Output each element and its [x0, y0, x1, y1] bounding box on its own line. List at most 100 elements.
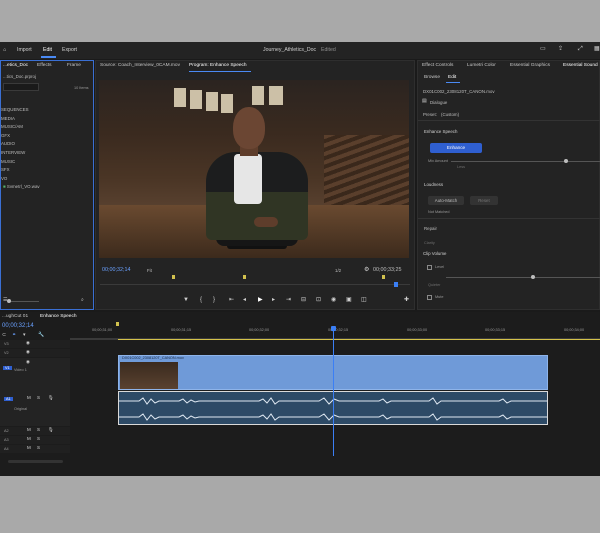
mute-track-icon[interactable]: M — [27, 436, 31, 442]
timeline-zoom-scrollbar[interactable] — [8, 460, 63, 463]
program-timecode[interactable]: 00;00;32;14 — [102, 267, 130, 273]
microphone-icon[interactable]: 🎙 — [48, 395, 54, 401]
track-label[interactable]: V2 — [4, 351, 9, 355]
play-icon[interactable]: ▶ — [258, 297, 263, 303]
preset-value[interactable]: (Custom) — [441, 112, 459, 117]
source-monitor-tab[interactable]: Source: Coach_Interview_0CAM.mov — [100, 63, 180, 68]
mix-amount-knob[interactable] — [564, 159, 568, 163]
list-item[interactable]: MEDIA — [1, 116, 93, 125]
search-icon[interactable]: ⌕ — [81, 298, 84, 303]
tab-essential-graphics[interactable]: Essential Graphics — [510, 63, 550, 68]
enhance-button[interactable]: Enhance — [430, 143, 482, 153]
tab-effects[interactable]: Effects — [37, 63, 52, 68]
solo-track-icon[interactable]: S — [37, 395, 40, 401]
essential-sound-panel: Effect Controls Lumetri Color Essential … — [417, 60, 600, 310]
mute-track-icon[interactable]: M — [27, 395, 31, 401]
tab-project[interactable]: ...etics_Doc — [3, 63, 28, 68]
extract-icon[interactable]: ⊡ — [316, 297, 321, 303]
microphone-icon[interactable]: 🎙 — [48, 427, 54, 433]
list-item[interactable]: INTERVIEW — [1, 150, 93, 159]
mark-out-icon[interactable]: } — [213, 297, 215, 303]
add-marker-icon[interactable]: ▾ — [23, 333, 26, 338]
grid-icon[interactable]: ▦ — [594, 46, 600, 52]
level-knob[interactable] — [531, 275, 535, 279]
tab-effect-controls[interactable]: Effect Controls — [422, 63, 453, 68]
share-icon[interactable]: ⇪ — [558, 46, 563, 52]
timeline-timecode[interactable]: 00;00;32;14 — [2, 323, 34, 329]
timeline-playhead[interactable] — [333, 328, 334, 456]
track-label[interactable]: A3 — [4, 438, 9, 442]
timeline-playhead-handle[interactable] — [331, 326, 336, 331]
program-ruler[interactable] — [100, 284, 410, 285]
solo-track-icon[interactable]: S — [37, 427, 40, 433]
marker[interactable] — [382, 275, 385, 279]
marker[interactable] — [243, 275, 246, 279]
edit-tab[interactable]: Edit — [43, 47, 52, 53]
sequence-tab-roughcut[interactable]: ...ughCut 01 — [2, 314, 28, 319]
fullscreen-icon[interactable]: ⤢ — [578, 46, 583, 52]
tab-essential-sound[interactable]: Essential Sound — [563, 63, 598, 68]
track-label[interactable]: A1 — [4, 397, 13, 401]
icon-size-knob[interactable] — [7, 299, 11, 303]
track-label[interactable]: V1 — [3, 366, 12, 370]
track-label[interactable]: A4 — [4, 447, 9, 451]
timeline-marker[interactable] — [116, 322, 119, 326]
go-to-out-icon[interactable]: ⇥ — [286, 297, 291, 303]
list-item[interactable]: SFX — [1, 167, 93, 176]
go-to-in-icon[interactable]: ⇤ — [229, 297, 234, 303]
solo-track-icon[interactable]: S — [37, 436, 40, 442]
mute-track-icon[interactable]: M — [27, 427, 31, 433]
list-item[interactable]: VO — [1, 176, 93, 185]
tab-lumetri-color[interactable]: Lumetri Color — [467, 63, 496, 68]
program-playhead[interactable] — [394, 282, 398, 287]
comparison-view-icon[interactable]: ▣ — [346, 297, 352, 303]
tab-browse[interactable]: Browse — [424, 75, 440, 80]
auto-match-button[interactable]: Auto-Match — [428, 196, 464, 205]
lift-icon[interactable]: ⊟ — [301, 297, 306, 303]
tab-frame[interactable]: Frame — [67, 63, 81, 68]
home-icon[interactable]: ⌂ — [3, 47, 6, 53]
level-slider[interactable] — [446, 277, 600, 278]
track-name: Video 1 — [14, 368, 27, 372]
settings-wrench-icon[interactable]: ⚙ — [364, 267, 369, 273]
program-monitor-tab[interactable]: Program: Enhance Speech — [189, 63, 247, 68]
eye-icon[interactable]: ◉ — [26, 359, 30, 365]
list-item[interactable]: GFX — [1, 133, 93, 142]
audio-file-item[interactable]: ■ Svmetrl_VO.wav — [1, 184, 93, 193]
level-checkbox[interactable] — [427, 265, 432, 270]
sequence-tab-enhance-speech[interactable]: Enhance Speech — [40, 314, 77, 319]
wrench-icon[interactable]: 🔧 — [38, 333, 44, 338]
linked-selection-icon[interactable]: ⚭ — [12, 333, 16, 338]
mute-checkbox[interactable] — [427, 295, 432, 300]
mix-amount-slider[interactable] — [451, 161, 600, 162]
icon-size-slider[interactable] — [9, 301, 39, 302]
workspace-icon[interactable]: ▭ — [540, 46, 546, 52]
tab-edit[interactable]: Edit — [448, 75, 456, 80]
vr-icon[interactable]: ◫ — [361, 297, 367, 303]
resolution-select[interactable]: 1/2 — [335, 268, 341, 273]
add-marker-icon[interactable]: ▼ — [183, 297, 189, 303]
step-forward-icon[interactable]: ▸ — [272, 297, 275, 303]
list-item[interactable]: SEQUENCES — [1, 107, 93, 116]
export-tab[interactable]: Export — [62, 47, 77, 53]
step-back-icon[interactable]: ◂ — [243, 297, 246, 303]
solo-track-icon[interactable]: S — [37, 445, 40, 451]
track-label[interactable]: V3 — [4, 342, 9, 346]
list-item[interactable]: MUSIC/AM — [1, 124, 93, 133]
work-area-range[interactable] — [118, 339, 600, 340]
import-tab[interactable]: Import — [17, 47, 32, 53]
zoom-fit-select[interactable]: Fit — [147, 268, 152, 273]
list-item[interactable]: MUSIC — [1, 159, 93, 168]
project-search-input[interactable] — [3, 83, 39, 91]
mute-track-icon[interactable]: M — [27, 445, 31, 451]
snap-icon[interactable]: ⊂ — [2, 333, 6, 338]
track-label[interactable]: A2 — [4, 429, 9, 433]
add-button-icon[interactable]: ✚ — [404, 297, 409, 303]
list-item[interactable]: AUDIO — [1, 141, 93, 150]
eye-icon[interactable]: ◉ — [26, 340, 30, 346]
export-frame-icon[interactable]: ◉ — [331, 297, 336, 303]
marker[interactable] — [172, 275, 175, 279]
reset-button[interactable]: Reset — [470, 196, 498, 205]
mark-in-icon[interactable]: { — [200, 297, 202, 303]
eye-icon[interactable]: ◉ — [26, 349, 30, 355]
